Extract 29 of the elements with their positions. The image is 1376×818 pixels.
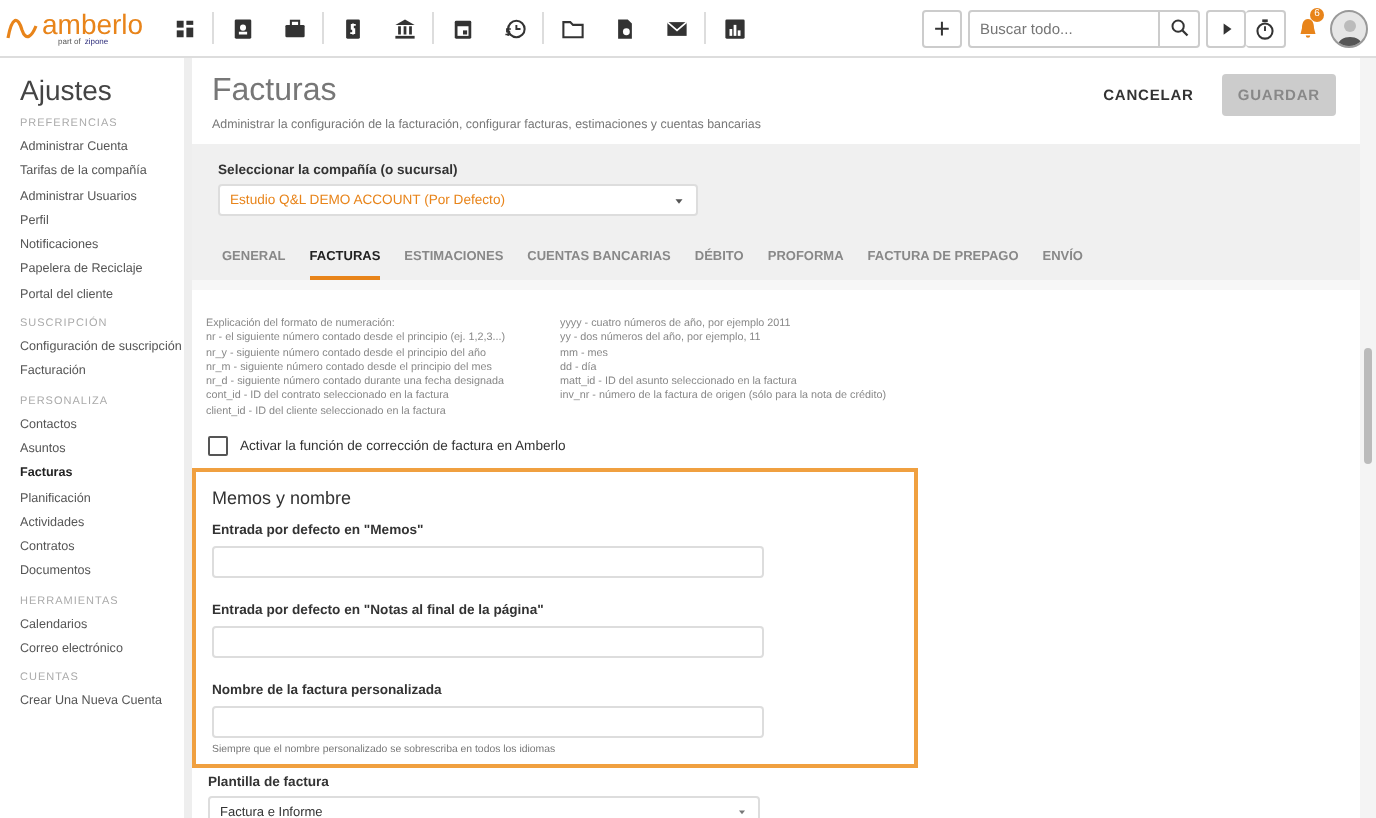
text-field[interactable] [212,706,764,739]
section-title: Memos y nombre [212,488,354,509]
folder-icon [561,17,583,39]
play-button[interactable] [1206,9,1246,47]
dropdown-caret-icon [736,806,748,818]
mail-icon [665,17,687,39]
timer-button[interactable] [1246,9,1286,47]
page-title: Facturas [212,74,337,110]
briefcase-icon [283,17,305,39]
text-field[interactable] [212,626,764,659]
calendar-icon [451,17,473,39]
logo-text: amberlo [42,10,144,38]
bar-chart-icon [723,17,745,39]
dropdown-caret-icon [672,193,686,207]
search-button[interactable] [1160,9,1200,47]
user-avatar[interactable] [1330,9,1368,47]
text-field[interactable] [212,546,764,579]
dollar-document-icon [341,17,363,39]
clock-dollar-icon [503,17,525,39]
bank-icon [393,17,415,39]
stopwatch-icon [1254,17,1276,39]
contact-card-icon [231,17,253,39]
scrollbar-thumb[interactable] [1364,348,1372,464]
add-button[interactable]: + [922,9,962,47]
sidebar-title: Ajustes [20,74,114,106]
bell-icon[interactable] [1296,16,1320,40]
checkbox[interactable] [208,436,228,457]
dashboard-icon [173,17,195,39]
search-icon [1169,18,1189,38]
